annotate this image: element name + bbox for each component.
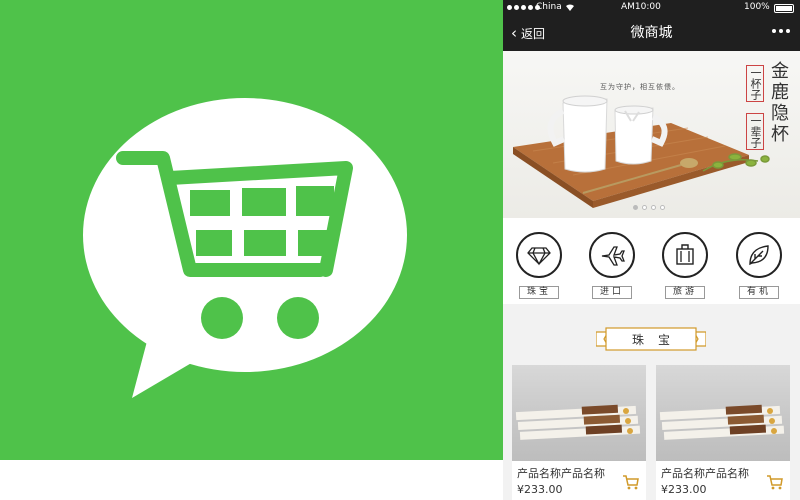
carrier-name: China (536, 2, 562, 12)
airplane-icon (601, 246, 625, 266)
product-card[interactable]: 产品名称产品名称 ¥233.00 (512, 365, 646, 500)
category-organic[interactable]: 有机 (731, 232, 787, 304)
logo-bottom-strip (0, 460, 503, 500)
add-to-cart-icon[interactable] (622, 473, 640, 491)
luggage-icon (676, 244, 694, 265)
pagination-dot[interactable] (642, 205, 647, 210)
banner-pagination (633, 205, 665, 210)
banner-brand-title: 金鹿隐杯 (768, 61, 789, 145)
pagination-dot[interactable] (633, 205, 638, 210)
product-name: 产品名称产品名称 (661, 467, 749, 480)
section-title-ribbon: 珠宝 (596, 326, 706, 352)
banner-tag-two: 一辈子 (746, 113, 764, 150)
category-label: 有机 (739, 286, 779, 299)
product-photo (659, 404, 785, 440)
product-price: ¥233.00 (661, 483, 707, 496)
category-row: 珠宝 进口 旅游 有机 (503, 218, 800, 304)
product-photo (515, 404, 641, 440)
section-title: 珠宝 (631, 333, 684, 347)
category-import[interactable]: 进口 (584, 232, 640, 304)
category-icon-circle (662, 232, 708, 278)
category-label: 旅游 (665, 286, 705, 299)
shopping-cart-chat-logo-icon (83, 98, 407, 398)
app-logo-panel (0, 0, 503, 460)
banner-tag-one: 一杯子 (746, 65, 764, 102)
page-title: 微商城 (630, 25, 673, 41)
banner-slogan: 互为守护，相互依偎。 (600, 83, 680, 91)
add-to-cart-icon[interactable] (766, 473, 784, 491)
category-label: 进口 (592, 286, 632, 299)
product-name: 产品名称产品名称 (517, 467, 605, 480)
promo-banner[interactable]: 互为守护，相互依偎。 金鹿隐杯 一杯子 一辈子 (503, 51, 800, 218)
product-card[interactable]: 产品名称产品名称 ¥233.00 (656, 365, 790, 500)
category-icon-circle (736, 232, 782, 278)
status-bar: China AM10:00 100% (503, 0, 800, 16)
wifi-icon (566, 4, 574, 11)
product-image (656, 365, 790, 461)
category-icon-circle (589, 232, 635, 278)
battery-icon (774, 4, 794, 13)
pagination-dot[interactable] (651, 205, 656, 210)
category-travel[interactable]: 旅游 (657, 232, 713, 304)
phone-screen: China AM10:00 100% ‹ 返回 微商城 互为守护，相互依偎。 金… (503, 0, 800, 500)
more-options-icon[interactable] (772, 29, 790, 33)
leaf-icon (749, 245, 769, 266)
battery-percent: 100% (744, 2, 770, 12)
diamond-icon (527, 247, 551, 266)
status-time: AM10:00 (621, 2, 661, 12)
category-label: 珠宝 (519, 286, 559, 299)
product-price: ¥233.00 (517, 483, 563, 496)
pagination-dot[interactable] (660, 205, 665, 210)
navigation-bar: ‹ 返回 微商城 (503, 16, 800, 51)
category-icon-circle (516, 232, 562, 278)
jewelry-section: 珠宝 产品名称产品名称 ¥233.00 产品名称产品名称 ¥233.00 (503, 304, 800, 500)
product-image (512, 365, 646, 461)
category-jewelry[interactable]: 珠宝 (511, 232, 567, 304)
